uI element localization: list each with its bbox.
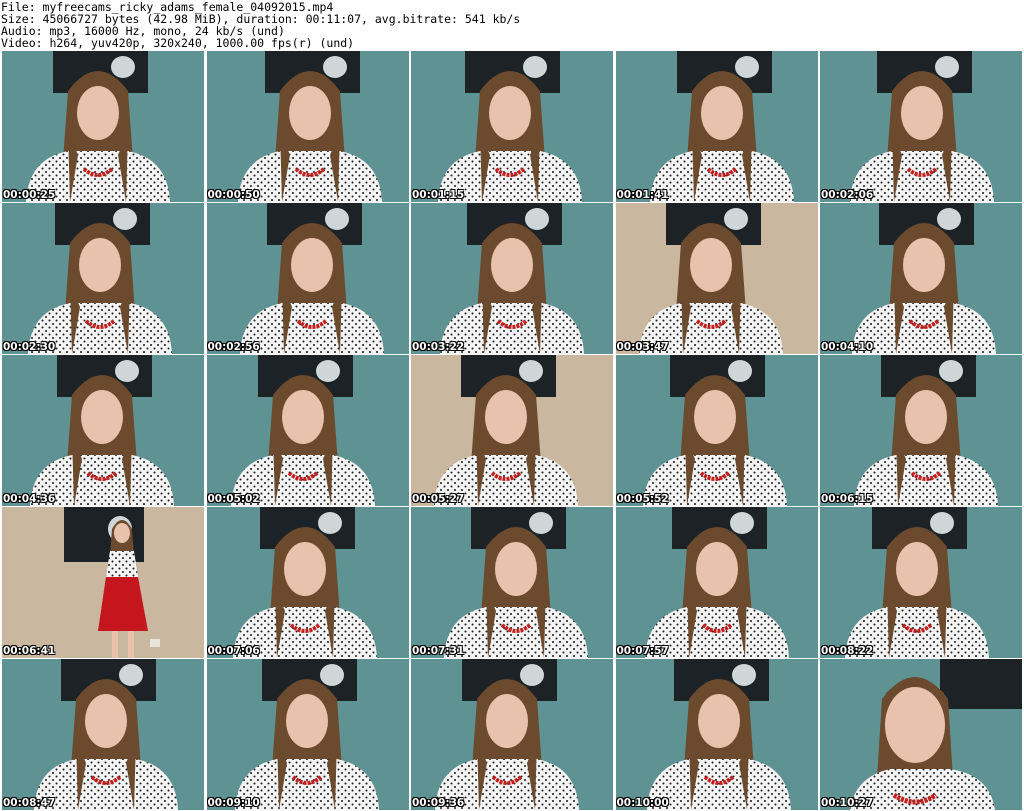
thumbnail-timestamp: 00:03:47: [616, 341, 669, 353]
thumbnail-frame-image: [615, 51, 818, 202]
thumbnail-frame-image: [411, 203, 613, 354]
video-thumbnail: 00:02:56: [206, 203, 409, 354]
video-thumbnail: 00:01:41: [615, 51, 818, 202]
video-thumbnail: 00:01:15: [411, 51, 613, 202]
thumbnail-timestamp: 00:06:41: [3, 645, 56, 657]
video-thumbnail: 00:10:27: [820, 659, 1022, 810]
thumbnail-timestamp: 00:10:27: [821, 797, 874, 809]
thumbnail-timestamp: 00:03:22: [412, 341, 465, 353]
thumbnail-frame-image: [615, 507, 818, 658]
thumbnail-frame-image: [2, 203, 204, 354]
thumbnail-timestamp: 00:07:57: [616, 645, 669, 657]
thumbnail-timestamp: 00:08:47: [3, 797, 56, 809]
thumbnail-frame-image: [411, 659, 613, 810]
video-thumbnail: 00:03:22: [411, 203, 613, 354]
video-thumbnail: 00:06:15: [820, 355, 1022, 506]
video-thumbnail: 00:08:22: [820, 507, 1022, 658]
thumbnail-frame-image: [206, 355, 409, 506]
thumbnail-grid: 00:00:25 00:00:50 00:01:15 00:01:41 00:02:06…: [2, 51, 1022, 811]
thumbnail-frame-image: [2, 355, 204, 506]
thumbnail-timestamp: 00:05:02: [207, 493, 260, 505]
thumbnail-timestamp: 00:07:31: [412, 645, 465, 657]
video-thumbnail: 00:05:52: [615, 355, 818, 506]
thumbnail-timestamp: 00:00:50: [207, 189, 260, 201]
thumbnail-timestamp: 00:01:41: [616, 189, 669, 201]
thumbnail-frame-image: [820, 355, 1022, 506]
video-thumbnail: 00:04:36: [2, 355, 204, 506]
thumbnail-timestamp: 00:02:30: [3, 341, 56, 353]
thumbnail-frame-image: [2, 51, 204, 202]
thumbnail-frame-image: [820, 507, 1022, 658]
thumbnail-frame-image: [820, 203, 1022, 354]
video-thumbnail: 00:09:36: [411, 659, 613, 810]
thumbnail-frame-image: [820, 51, 1022, 202]
thumbnail-timestamp: 00:10:00: [616, 797, 669, 809]
video-thumbnail: 00:10:00: [615, 659, 818, 810]
thumbnail-frame-image: [615, 355, 818, 506]
thumbnail-frame-image: [411, 507, 613, 658]
thumbnail-timestamp: 00:00:25: [3, 189, 56, 201]
video-thumbnail: 00:05:27: [411, 355, 613, 506]
thumbnail-timestamp: 00:06:15: [821, 493, 874, 505]
thumbnail-frame-image: [820, 659, 1022, 810]
thumbnail-frame-image: [411, 51, 613, 202]
file-info-header: File: myfreecams_ricky_adams_female_0409…: [0, 0, 1024, 50]
thumbnail-frame-image: [615, 203, 818, 354]
video-thumbnail: 00:02:06: [820, 51, 1022, 202]
video-thumbnail: 00:07:06: [206, 507, 409, 658]
video-info-line: Video: h264, yuv420p, 320x240, 1000.00 f…: [1, 36, 355, 50]
thumbnail-timestamp: 00:02:06: [821, 189, 874, 201]
thumbnail-frame-image: [206, 51, 409, 202]
thumbnail-frame-image: [411, 355, 613, 506]
thumbnail-frame-image: [206, 659, 409, 810]
thumbnail-timestamp: 00:05:52: [616, 493, 669, 505]
thumbnail-timestamp: 00:05:27: [412, 493, 465, 505]
video-thumbnail: 00:09:10: [206, 659, 409, 810]
thumbnail-timestamp: 00:01:15: [412, 189, 465, 201]
video-thumbnail: 00:08:47: [2, 659, 204, 810]
video-thumbnail: 00:07:31: [411, 507, 613, 658]
thumbnail-frame-image: [206, 507, 409, 658]
thumbnail-timestamp: 00:09:36: [412, 797, 465, 809]
thumbnail-timestamp: 00:02:56: [207, 341, 260, 353]
thumbnail-timestamp: 00:04:36: [3, 493, 56, 505]
thumbnail-timestamp: 00:09:10: [207, 797, 260, 809]
video-thumbnail: 00:02:30: [2, 203, 204, 354]
thumbnail-frame-image: [615, 659, 818, 810]
thumbnail-frame-image: [206, 203, 409, 354]
video-thumbnail: 00:05:02: [206, 355, 409, 506]
thumbnail-frame-image: [2, 507, 204, 658]
thumbnail-timestamp: 00:08:22: [821, 645, 874, 657]
video-thumbnail: 00:06:41: [2, 507, 204, 658]
video-thumbnail: 00:03:47: [615, 203, 818, 354]
video-thumbnail: 00:04:10: [820, 203, 1022, 354]
video-thumbnail: 00:00:25: [2, 51, 204, 202]
video-thumbnail: 00:00:50: [206, 51, 409, 202]
thumbnail-frame-image: [2, 659, 204, 810]
thumbnail-timestamp: 00:07:06: [207, 645, 260, 657]
video-thumbnail: 00:07:57: [615, 507, 818, 658]
thumbnail-timestamp: 00:04:10: [821, 341, 874, 353]
